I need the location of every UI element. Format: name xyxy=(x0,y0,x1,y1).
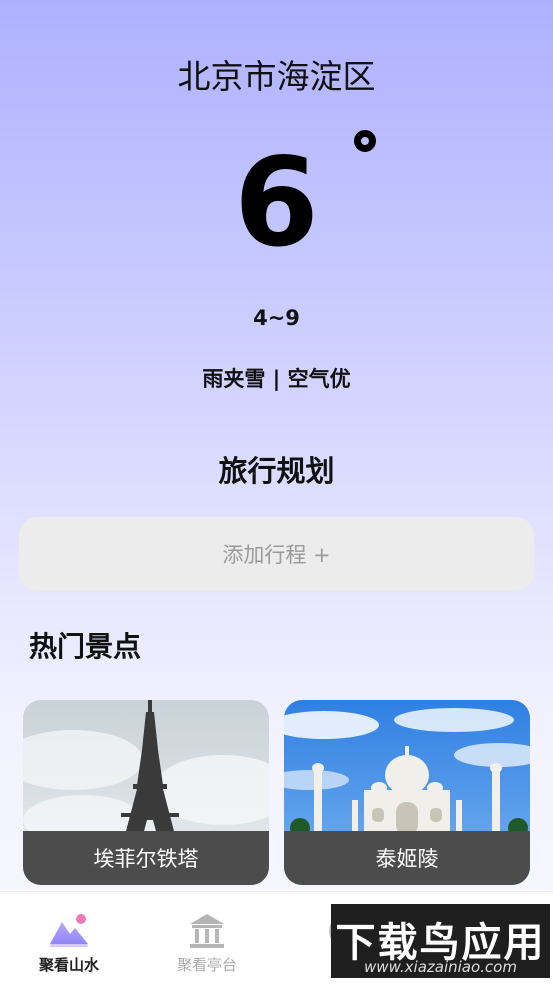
mountain-icon xyxy=(50,914,88,947)
pavilion-icon xyxy=(190,914,224,948)
hot-spots-title: 热门景点 xyxy=(29,630,142,663)
tab-label: 聚看亭台 xyxy=(176,956,237,974)
degree-icon xyxy=(354,130,376,152)
spot-card-eiffel[interactable]: 埃菲尔铁塔 xyxy=(23,700,269,885)
add-itinerary-button[interactable]: 添加行程 + xyxy=(19,517,534,591)
tab-mountains[interactable]: 聚看山水 xyxy=(0,892,138,985)
spot-name: 泰姬陵 xyxy=(284,831,530,885)
weather-condition: 雨夹雪 | 空气优 xyxy=(202,367,351,391)
spot-card-taj-mahal[interactable]: 泰姬陵 xyxy=(284,700,530,885)
travel-plan-title: 旅行规划 xyxy=(218,454,335,488)
watermark-logo: 下载鸟应用 www.xiazainiao.com xyxy=(331,904,550,978)
spot-name: 埃菲尔铁塔 xyxy=(23,831,269,885)
temperature-range: 4~9 xyxy=(253,306,300,330)
city-name: 北京市海淀区 xyxy=(177,57,376,96)
tab-pavilions[interactable]: 聚看亭台 xyxy=(138,892,276,985)
watermark-url: www.xiazainiao.com xyxy=(364,958,517,976)
temperature-block: 6 xyxy=(0,128,553,278)
tab-label: 聚看山水 xyxy=(38,956,99,974)
temperature-value: 6 xyxy=(234,132,319,274)
